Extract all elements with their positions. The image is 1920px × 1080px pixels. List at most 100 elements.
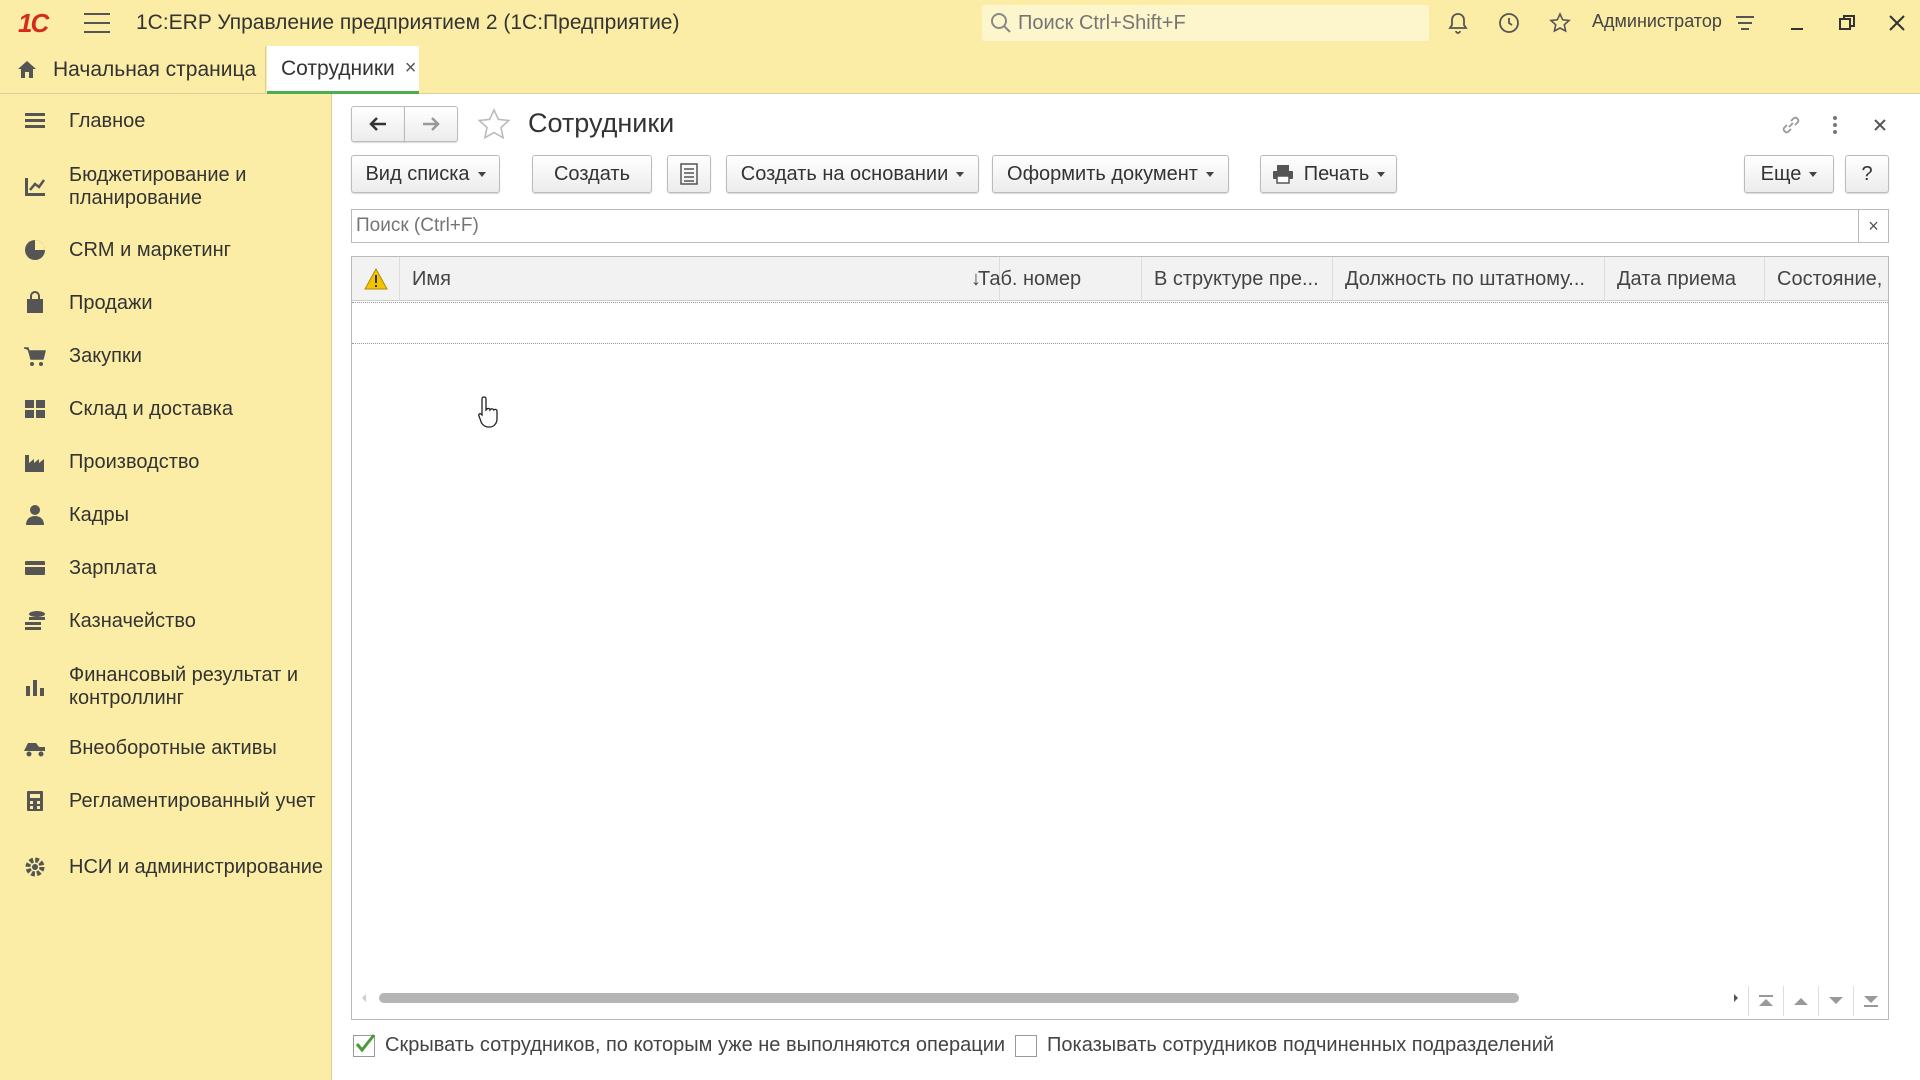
- warehouse-icon: [25, 400, 45, 418]
- sidebar-item-label: Казначейство: [69, 609, 196, 632]
- bell-icon[interactable]: [1443, 8, 1473, 38]
- list-search[interactable]: ×: [351, 209, 1889, 243]
- create-button[interactable]: Создать: [532, 155, 652, 193]
- list-search-input[interactable]: [356, 211, 1836, 241]
- app-title: 1С:ERP Управление предприятием 2 (1С:Пре…: [136, 11, 680, 34]
- column-name[interactable]: Имя ↓: [400, 257, 1000, 301]
- sidebar-item-label: Кадры: [69, 503, 129, 526]
- sidebar-item-budgeting[interactable]: Бюджетирование и планирование: [0, 162, 332, 212]
- make-document-button[interactable]: Оформить документ: [992, 155, 1229, 193]
- column-header-label: Дата приема: [1617, 267, 1736, 290]
- close-window-icon[interactable]: [1882, 8, 1912, 38]
- sidebar-item-main[interactable]: Главное: [0, 107, 332, 135]
- more-vertical-icon[interactable]: [1820, 110, 1850, 140]
- factory-icon: [25, 455, 44, 472]
- chevron-down-icon: [1377, 171, 1386, 177]
- cart-icon: [24, 347, 46, 366]
- clear-search-icon[interactable]: ×: [1858, 210, 1888, 242]
- table-header: Имя ↓ Таб. номер В структуре пре... Долж…: [352, 257, 1888, 301]
- help-button[interactable]: ?: [1845, 155, 1889, 193]
- report-button[interactable]: [667, 155, 711, 193]
- budget-icon: [25, 178, 46, 196]
- employees-table[interactable]: Имя ↓ Таб. номер В структуре пре... Долж…: [351, 256, 1889, 1020]
- truck-icon: [24, 743, 45, 757]
- scrollbar-thumb[interactable]: [379, 993, 1519, 1003]
- show-subordinate-option[interactable]: Показывать сотрудников подчиненных подра…: [1015, 1034, 1554, 1057]
- sidebar-item-label: Закупки: [69, 344, 142, 367]
- column-tab-number[interactable]: Таб. номер: [966, 257, 1142, 301]
- go-down-button[interactable]: [1818, 986, 1852, 1016]
- sidebar-item-nsi[interactable]: НСИ и администрирование: [0, 842, 332, 892]
- title-bar: 1С 1С:ERP Управление предприятием 2 (1С:…: [0, 0, 1920, 46]
- scroll-left-icon[interactable]: [359, 992, 369, 1004]
- list-view-button[interactable]: Вид списка: [351, 155, 500, 193]
- create-based-on-button[interactable]: Создать на основании: [726, 155, 979, 193]
- favorites-icon[interactable]: [1545, 8, 1575, 38]
- sidebar-item-hr[interactable]: Кадры: [0, 501, 332, 529]
- sidebar-item-label: Продажи: [69, 291, 153, 314]
- print-button[interactable]: Печать: [1260, 155, 1397, 193]
- global-search[interactable]: [982, 5, 1429, 41]
- back-button[interactable]: [351, 106, 405, 142]
- wallet-icon: [25, 561, 45, 575]
- last-icon: [1863, 996, 1878, 1007]
- hide-inactive-checkbox[interactable]: [353, 1033, 376, 1057]
- column-hire-date[interactable]: Дата приема: [1605, 257, 1765, 301]
- tab-close-icon[interactable]: ×: [405, 57, 417, 80]
- minimize-icon[interactable]: [1782, 8, 1812, 38]
- sidebar-item-treasury[interactable]: Казначейство: [0, 607, 332, 635]
- main-menu-icon[interactable]: [84, 13, 110, 33]
- link-icon[interactable]: [1776, 110, 1806, 140]
- sidebar-item-label: Зарплата: [69, 556, 157, 579]
- hide-inactive-option[interactable]: Скрывать сотрудников, по которым уже не …: [353, 1033, 1006, 1057]
- more-button[interactable]: Еще: [1744, 155, 1834, 193]
- sidebar-item-production[interactable]: Производство: [0, 448, 332, 476]
- history-icon[interactable]: [1494, 8, 1524, 38]
- column-position[interactable]: Должность по штатному...: [1333, 257, 1605, 301]
- settings-menu-icon[interactable]: [1730, 8, 1760, 38]
- go-first-button[interactable]: [1748, 986, 1782, 1016]
- go-last-button[interactable]: [1853, 986, 1887, 1016]
- list-view-label: Вид списка: [365, 162, 470, 185]
- forward-button[interactable]: [404, 106, 458, 142]
- sidebar-item-purchases[interactable]: Закупки: [0, 342, 332, 370]
- search-icon: [991, 13, 1011, 33]
- sidebar-item-label: Внеоборотные активы: [69, 736, 277, 759]
- close-form-icon[interactable]: [1865, 110, 1895, 140]
- global-search-input[interactable]: [1018, 11, 1398, 35]
- tab-employees[interactable]: Сотрудники ×: [267, 46, 419, 94]
- show-subordinate-checkbox[interactable]: [1015, 1034, 1037, 1057]
- column-structure[interactable]: В структуре пре...: [1142, 257, 1333, 301]
- make-document-label: Оформить документ: [1007, 162, 1198, 185]
- sidebar-item-regulated[interactable]: Регламентированный учет: [0, 787, 332, 815]
- chevron-down-icon: [956, 171, 965, 177]
- sidebar-item-warehouse[interactable]: Склад и доставка: [0, 395, 332, 423]
- checkmark-icon: [355, 1033, 376, 1052]
- sidebar-item-label: Производство: [69, 450, 200, 473]
- down-icon: [1828, 997, 1843, 1004]
- tab-home[interactable]: Начальная страница: [0, 46, 266, 94]
- sidebar-item-fixed-assets[interactable]: Внеоборотные активы: [0, 734, 332, 762]
- horizontal-scrollbar[interactable]: [351, 986, 1751, 1008]
- sidebar-item-label: CRM и маркетинг: [69, 238, 231, 261]
- sidebar-item-label: Бюджетирование и планирование: [69, 164, 247, 209]
- sidebar-item-salary[interactable]: Зарплата: [0, 554, 332, 582]
- first-icon: [1758, 995, 1773, 1006]
- column-warning[interactable]: [352, 257, 400, 301]
- column-status[interactable]: Состояние, да: [1765, 257, 1888, 301]
- hide-inactive-label: Скрывать сотрудников, по которым уже не …: [385, 1034, 1006, 1056]
- star-icon[interactable]: [475, 106, 513, 144]
- scroll-right-icon[interactable]: [1731, 992, 1741, 1004]
- sidebar-item-sales[interactable]: Продажи: [0, 289, 332, 317]
- table-row[interactable]: [352, 302, 1888, 344]
- show-subordinate-label: Показывать сотрудников подчиненных подра…: [1047, 1034, 1555, 1056]
- chevron-down-icon: [1809, 171, 1818, 177]
- column-header-label: Должность по штатному...: [1345, 267, 1585, 290]
- tab-home-label: Начальная страница: [53, 58, 257, 81]
- user-name[interactable]: Администратор: [1592, 11, 1722, 32]
- sidebar-item-crm[interactable]: CRM и маркетинг: [0, 236, 332, 264]
- restore-icon[interactable]: [1832, 8, 1862, 38]
- sections-panel: Главное Бюджетирование и планирование CR…: [0, 94, 332, 1080]
- go-up-button[interactable]: [1783, 986, 1817, 1016]
- sidebar-item-finresult[interactable]: Финансовый результат и контроллинг: [0, 662, 332, 712]
